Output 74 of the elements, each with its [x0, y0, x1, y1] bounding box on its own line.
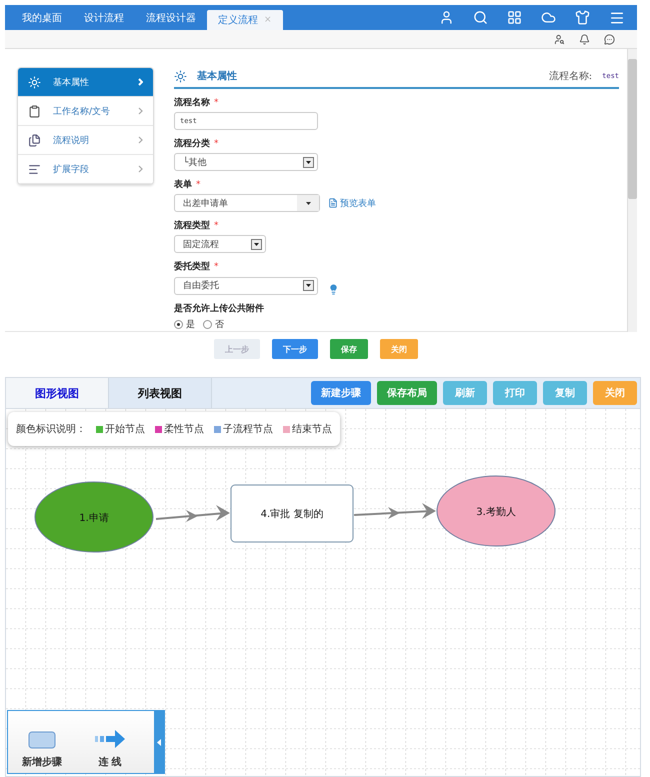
chevron-icon — [138, 107, 143, 115]
required-mark: * — [214, 98, 218, 108]
toolbar-button[interactable]: 保存布局 — [377, 381, 437, 405]
document-icon — [328, 198, 338, 208]
legend-label: 开始节点 — [105, 422, 145, 436]
form-button[interactable]: 保存 — [330, 339, 368, 359]
menu-icon[interactable] — [609, 10, 625, 26]
field-label: 流程类型 — [174, 219, 210, 232]
field-label: 是否允许上传公共附件 — [174, 302, 264, 315]
arrow-icon — [93, 729, 127, 749]
required-mark: * — [214, 138, 218, 148]
preview-link[interactable]: 预览表单 — [328, 196, 376, 210]
cloud-icon[interactable] — [541, 10, 556, 25]
required-mark: * — [196, 180, 200, 190]
grid-icon[interactable] — [507, 10, 522, 25]
user-icon[interactable] — [439, 10, 454, 25]
field-label: 流程名称 — [174, 96, 210, 109]
radio-label: 否 — [215, 319, 224, 331]
section-title: 基本属性 — [197, 70, 237, 83]
select-field[interactable]: 自由委托 — [174, 276, 318, 294]
lightbulb-icon[interactable] — [328, 284, 339, 295]
legend-label: 子流程节点 — [223, 422, 273, 436]
chevron-icon — [138, 136, 143, 144]
documents-icon — [28, 134, 41, 146]
list-icon — [28, 162, 41, 176]
chevron-icon — [138, 78, 143, 86]
caret-icon — [254, 242, 259, 246]
select-field[interactable]: 出差申请单 — [174, 194, 320, 212]
menu-item[interactable]: 流程说明 — [18, 126, 153, 155]
select-field[interactable]: 固定流程 — [174, 235, 266, 253]
ellipse-node[interactable]: 1.申请 — [34, 482, 154, 552]
bell-icon[interactable] — [579, 34, 590, 44]
legend-label: 结束节点 — [292, 422, 332, 436]
required-mark: * — [214, 262, 218, 272]
chevron-icon — [138, 165, 143, 173]
clipboard-icon — [28, 104, 41, 118]
user-search-icon[interactable] — [554, 34, 565, 44]
view-tab[interactable]: 列表视图 — [109, 378, 212, 408]
radio-label: 是 — [186, 318, 195, 331]
shirt-icon[interactable] — [575, 10, 590, 25]
gear-icon — [174, 70, 187, 82]
required-mark: * — [214, 220, 218, 230]
ellipse-node[interactable]: 3.考勤人 — [436, 476, 556, 546]
legend-label: 柔性节点 — [164, 422, 204, 436]
gear-icon — [28, 76, 41, 88]
chat-icon[interactable] — [604, 34, 615, 44]
flow-name-label: 流程名称: — [548, 70, 592, 83]
nav-tab[interactable]: 流程设计器 — [135, 5, 207, 30]
menu-item[interactable]: 扩展字段 — [18, 155, 153, 184]
menu-item[interactable]: 工作名称/文号 — [18, 97, 153, 126]
caret-icon — [306, 284, 311, 287]
field-label: 委托类型 — [174, 260, 210, 273]
step-icon — [28, 731, 56, 749]
step-node[interactable]: 4.审批 复制的 — [230, 484, 354, 542]
toolbar-button[interactable]: 新建步骤 — [311, 381, 371, 405]
radio-button[interactable] — [174, 320, 183, 329]
legend-title: 颜色标识说明： — [16, 422, 86, 436]
form-button[interactable]: 下一步 — [272, 339, 318, 359]
select-field[interactable]: └其他 — [174, 153, 318, 171]
tool-item[interactable]: 新增步骤 — [8, 711, 76, 773]
scrollbar-thumb[interactable] — [628, 59, 637, 199]
nav-tab[interactable]: 定义流程 × — [207, 10, 283, 30]
nav-tab[interactable]: 我的桌面 — [11, 5, 73, 30]
nav-tab[interactable]: 设计流程 — [73, 5, 135, 30]
menu-item[interactable]: 基本属性 — [18, 68, 153, 97]
caret-icon — [306, 160, 311, 164]
view-tab[interactable]: 图形视图 — [6, 378, 109, 408]
search-icon[interactable] — [473, 10, 488, 25]
tool-item[interactable]: 连 线 — [76, 711, 144, 773]
field-label: 表单 — [174, 178, 192, 191]
caret-icon — [306, 202, 310, 204]
collapse-handle[interactable] — [154, 711, 164, 773]
radio-button[interactable] — [203, 320, 212, 329]
field-label: 流程分类 — [174, 137, 210, 150]
